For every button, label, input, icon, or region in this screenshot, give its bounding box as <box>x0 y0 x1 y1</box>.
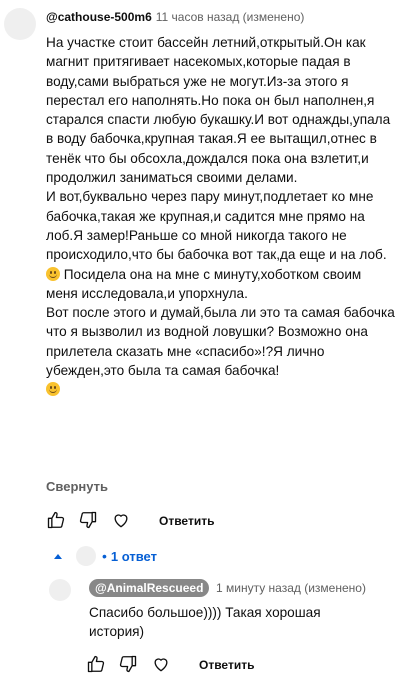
thumbs-up-icon[interactable] <box>86 654 106 674</box>
thumbs-down-icon[interactable] <box>118 654 138 674</box>
reply-author-badge[interactable]: @AnimalRescueed <box>89 579 210 597</box>
replies-count[interactable]: 1 ответ <box>111 549 157 564</box>
replier-mini-avatar <box>76 546 96 566</box>
replies-toggle[interactable]: • 1 ответ <box>54 545 157 567</box>
separator-dot: • <box>102 548 107 564</box>
reply-button[interactable]: Ответить <box>159 514 214 528</box>
comment-paragraph: На участке стоит бассейн летний,открытый… <box>46 35 391 186</box>
smiling-face-emoji-icon <box>46 266 60 281</box>
comment-author[interactable]: @cathouse-500m6 <box>46 10 152 24</box>
thumbs-down-icon[interactable] <box>78 510 98 530</box>
collapse-button[interactable]: Свернуть <box>46 479 108 494</box>
comment-paragraph-text: Посидела она на мне с минуту,хоботком св… <box>46 266 362 301</box>
comment-body: На участке стоит бассейн летний,открытый… <box>46 33 396 400</box>
comment-paragraph: Вот после этого и думай,была ли это та с… <box>46 305 395 379</box>
comment-paragraph-text: И вот,буквально через пару минут,подлета… <box>46 189 387 263</box>
reply-timestamp[interactable]: 1 минуту назад (изменено) <box>216 581 366 595</box>
heart-icon[interactable] <box>151 654 171 674</box>
comment-paragraph: И вот,буквально через пару минут,подлета… <box>46 187 396 303</box>
comment-emoji-line <box>46 380 396 399</box>
thumbs-up-icon[interactable] <box>46 510 66 530</box>
reply-avatar[interactable] <box>49 579 71 601</box>
comment-header: @cathouse-500m6 11 часов назад (изменено) <box>46 9 304 25</box>
commenter-avatar[interactable] <box>4 8 36 40</box>
comment-timestamp[interactable]: 11 часов назад (изменено) <box>156 10 305 24</box>
caret-up-icon <box>54 553 62 559</box>
heart-icon[interactable] <box>111 510 131 530</box>
reply-body: Спасибо большое)))) Такая хорошая истори… <box>89 605 321 640</box>
reply-button[interactable]: Ответить <box>199 658 254 672</box>
smiling-face-emoji-icon <box>46 382 60 397</box>
